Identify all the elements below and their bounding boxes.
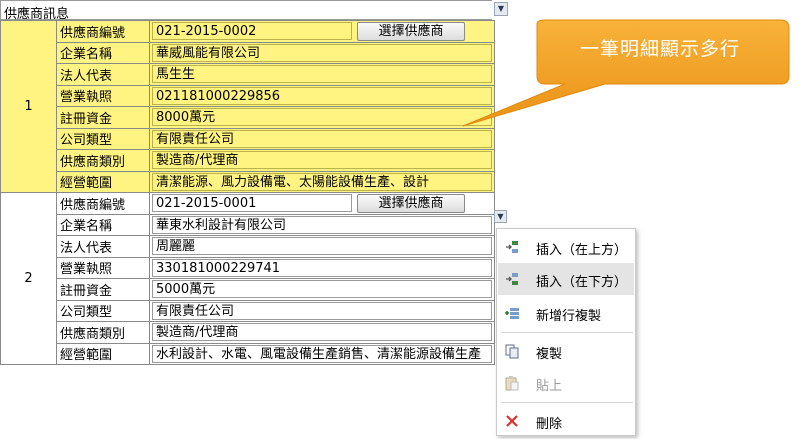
detail-row: 註冊資金 5000萬元: [1, 278, 495, 301]
detail-row: 法人代表 馬生生: [1, 63, 495, 86]
detail-row: 企業名稱 華東水利設計有限公司: [1, 213, 495, 236]
field-label: 企業名稱: [56, 41, 150, 64]
callout-bubble: [462, 19, 790, 127]
supplier-id-field[interactable]: 021-2015-0001: [152, 194, 352, 213]
menu-item-label: 複製: [536, 347, 563, 362]
legal-rep-field[interactable]: 周麗麗: [152, 237, 492, 256]
detail-row: 企業名稱 華威風能有限公司: [1, 41, 495, 64]
business-scope-field[interactable]: 水利設計、水電、風電設備生產銷售、清潔能源設備生產: [152, 344, 492, 363]
company-name-field[interactable]: 華東水利設計有限公司: [152, 215, 492, 234]
supplier-detail-grid: 1 供應商編號 021-2015-0002 選擇供應商 企業名稱 華威風能有限公…: [0, 20, 495, 365]
insert-above-icon: [506, 241, 518, 253]
field-label: 營業執照: [56, 256, 150, 279]
supplier-category-field[interactable]: 製造商/代理商: [152, 151, 492, 170]
legal-rep-field[interactable]: 馬生生: [152, 65, 492, 84]
business-scope-field[interactable]: 清潔能源、風力設備電、太陽能設備生產、設計: [152, 172, 492, 191]
section-header: 供應商訊息: [0, 0, 492, 22]
menu-divider: [501, 332, 633, 333]
field-label: 供應商類別: [56, 321, 150, 344]
supplier-category-field[interactable]: 製造商/代理商: [152, 323, 492, 342]
license-field[interactable]: 330181000229741: [152, 258, 492, 277]
row-number: 1: [0, 20, 57, 193]
delete-icon: [506, 415, 518, 427]
menu-item-insert-above[interactable]: 插入（在上方）: [498, 231, 634, 263]
detail-row: 公司類型 有限責任公司: [1, 299, 495, 322]
field-label: 企業名稱: [56, 213, 150, 236]
capital-field[interactable]: 5000萬元: [152, 280, 492, 299]
paste-icon: [505, 376, 519, 391]
field-label: 供應商編號: [56, 20, 150, 43]
detail-row: 經營範圍 水利設計、水電、風電設備生產銷售、清潔能源設備生產: [1, 342, 495, 365]
menu-item-delete[interactable]: 刪除: [498, 405, 634, 437]
copy-icon: [505, 344, 519, 359]
capital-field[interactable]: 8000萬元: [152, 108, 492, 127]
menu-item-paste[interactable]: 貼上: [498, 367, 634, 399]
field-label: 公司類型: [56, 299, 150, 322]
detail-row: 法人代表 周麗麗: [1, 235, 495, 258]
callout-text: 一筆明細顯示多行: [579, 38, 740, 60]
menu-item-label: 插入（在上方）: [536, 243, 628, 258]
license-field[interactable]: 021181000229856: [152, 86, 492, 105]
menu-divider: [501, 402, 633, 403]
detail-row: 公司類型 有限責任公司: [1, 127, 495, 150]
field-label: 法人代表: [56, 63, 150, 86]
insert-below-icon: [506, 273, 518, 285]
detail-row: 經營範圍 清潔能源、風力設備電、太陽能設備生產、設計: [1, 170, 495, 193]
row-dropdown-button[interactable]: ▼: [494, 210, 507, 223]
field-label: 供應商類別: [56, 149, 150, 172]
menu-item-label: 貼上: [536, 379, 563, 394]
company-name-field[interactable]: 華威風能有限公司: [152, 43, 492, 62]
field-label: 經營範圍: [56, 170, 150, 193]
detail-row: 供應商類別 製造商/代理商: [1, 149, 495, 172]
row-number: 2: [0, 192, 57, 365]
field-label: 供應商編號: [56, 192, 150, 215]
field-label: 經營範圍: [56, 342, 150, 365]
menu-item-label: 插入（在下方）: [536, 275, 628, 290]
detail-row: 營業執照 330181000229741: [1, 256, 495, 279]
menu-item-label: 刪除: [536, 417, 563, 432]
context-menu: 插入（在上方） 插入（在下方） 新增行複製 複製 貼上 刪除: [496, 228, 636, 436]
company-type-field[interactable]: 有限責任公司: [152, 129, 492, 148]
detail-row: 註冊資金 8000萬元: [1, 106, 495, 129]
field-label: 註冊資金: [56, 106, 150, 129]
company-type-field[interactable]: 有限責任公司: [152, 301, 492, 320]
menu-item-add-row-copy[interactable]: 新增行複製: [498, 297, 634, 329]
add-row-copy-icon: [505, 308, 519, 319]
menu-item-insert-below[interactable]: 插入（在下方）: [498, 263, 634, 295]
field-label: 註冊資金: [56, 278, 150, 301]
field-label: 公司類型: [56, 127, 150, 150]
select-supplier-button[interactable]: 選擇供應商: [357, 22, 465, 41]
supplier-id-field[interactable]: 021-2015-0002: [152, 22, 352, 41]
detail-row: 供應商類別 製造商/代理商: [1, 321, 495, 344]
select-supplier-button[interactable]: 選擇供應商: [357, 194, 465, 213]
detail-row: 1 供應商編號 021-2015-0002 選擇供應商: [0, 20, 495, 193]
field-label: 營業執照: [56, 84, 150, 107]
detail-row: 營業執照 021181000229856: [1, 84, 495, 107]
menu-item-copy[interactable]: 複製: [498, 335, 634, 367]
detail-row: 2 供應商編號 021-2015-0001 選擇供應商: [0, 192, 495, 365]
menu-item-label: 新增行複製: [536, 309, 602, 324]
field-label: 法人代表: [56, 235, 150, 258]
